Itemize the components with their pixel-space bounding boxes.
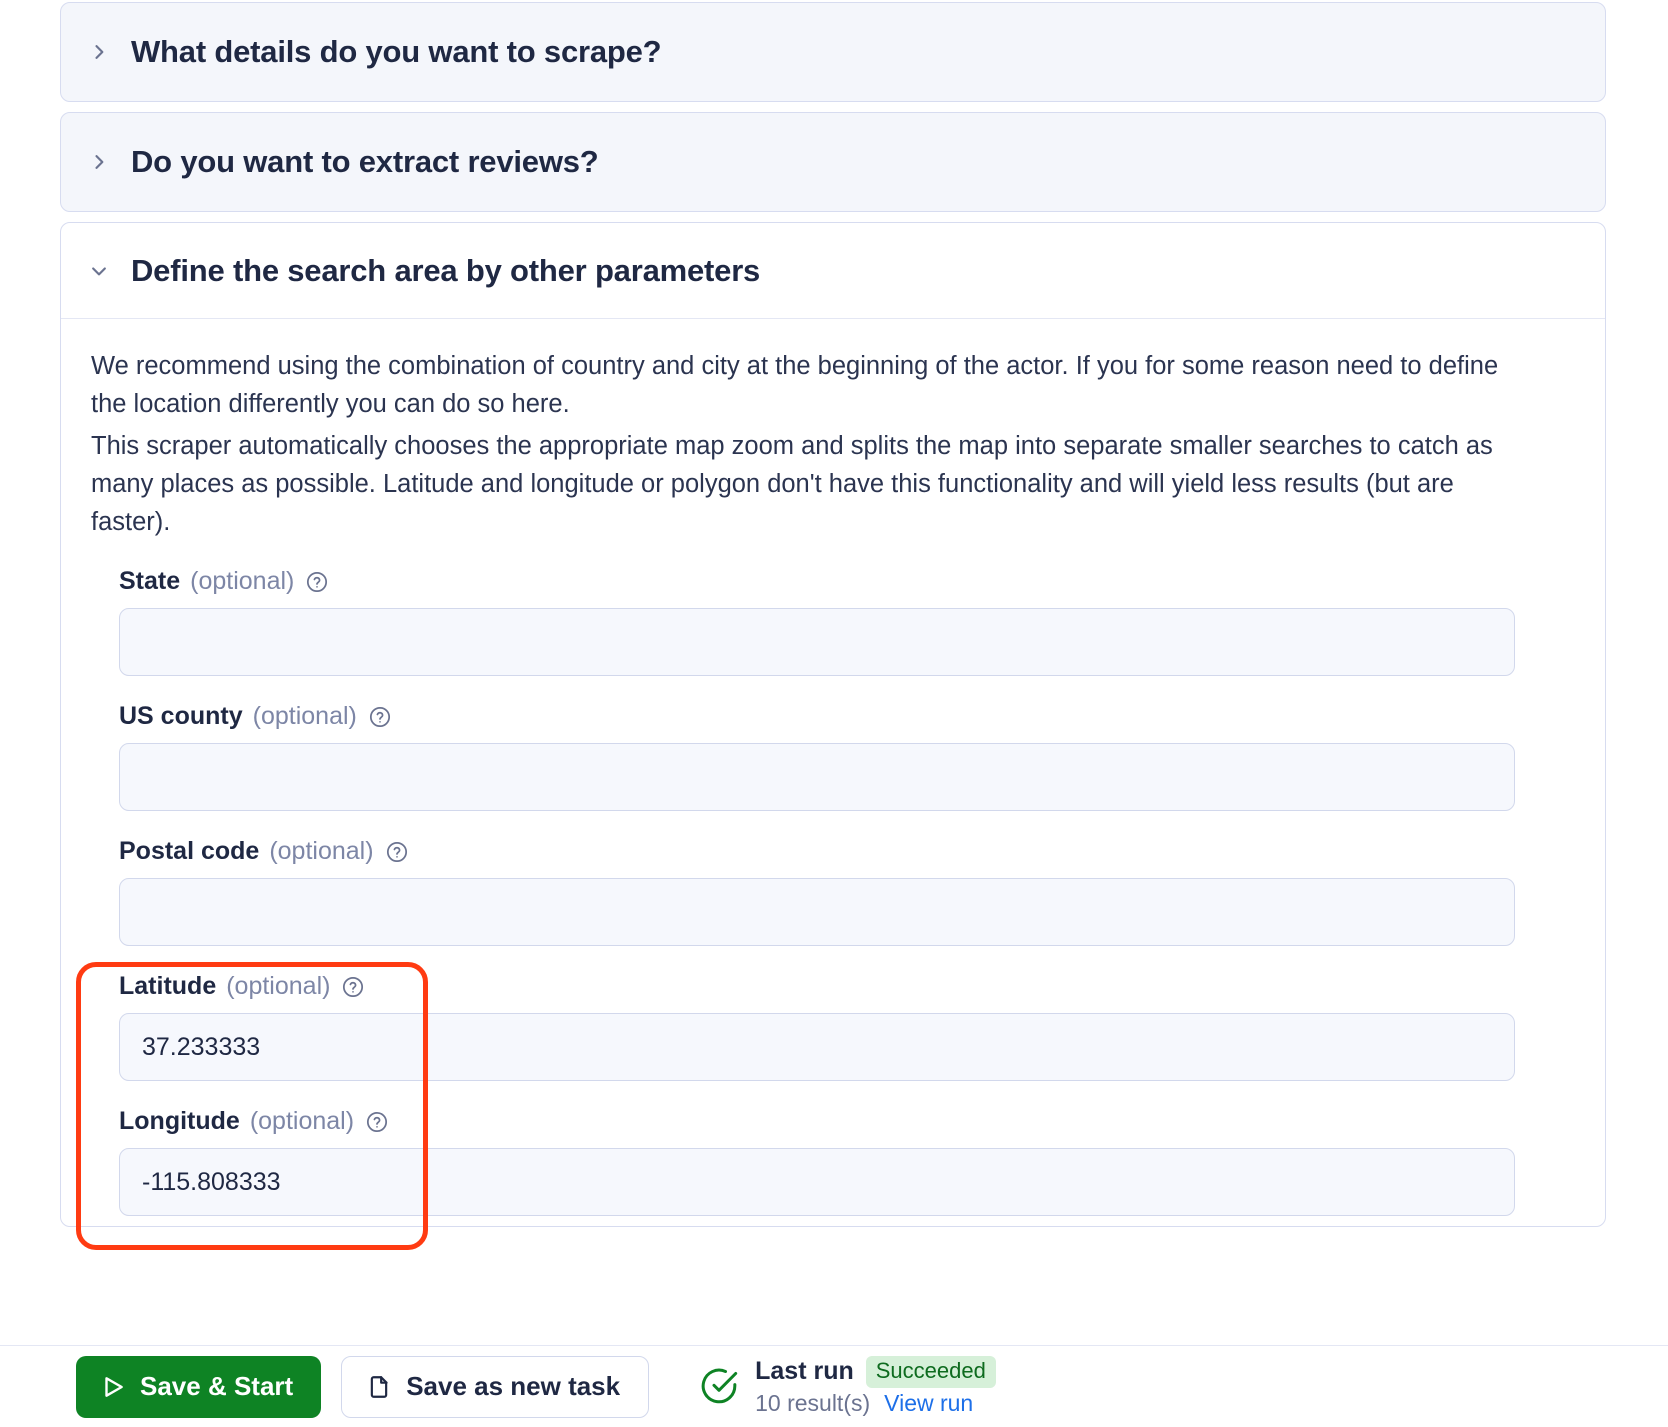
accordion-header-details[interactable]: What details do you want to scrape? <box>61 3 1605 101</box>
help-circle-icon[interactable] <box>386 841 408 863</box>
chevron-down-icon <box>92 266 106 275</box>
state-input[interactable] <box>119 608 1515 676</box>
accordion-title-details: What details do you want to scrape? <box>131 34 662 69</box>
panel-description-line-1: We recommend using the combination of co… <box>91 352 1499 418</box>
result-count: 10 result(s) <box>755 1390 871 1417</box>
panel-header-search-area[interactable]: Define the search area by other paramete… <box>61 223 1605 319</box>
us-county-input[interactable] <box>119 743 1515 811</box>
field-latitude: Latitude (optional) <box>91 972 1575 1081</box>
help-circle-icon[interactable] <box>369 706 391 728</box>
last-run-bottom-row: 10 result(s) View run <box>755 1390 996 1417</box>
field-label-text-longitude: Longitude <box>119 1107 240 1135</box>
save-as-new-task-button[interactable]: Save as new task <box>341 1355 650 1418</box>
accordion-section-reviews[interactable]: Do you want to extract reviews? <box>60 112 1606 212</box>
document-icon <box>370 1375 388 1398</box>
postal-code-input[interactable] <box>119 878 1515 946</box>
field-optional-postal-code: (optional) <box>269 837 374 865</box>
longitude-input[interactable] <box>119 1148 1515 1216</box>
form-footer-bar: Save & Start Save as new task Last run S… <box>0 1345 1668 1427</box>
panel-body-search-area: We recommend using the combination of co… <box>61 319 1605 1226</box>
help-circle-icon[interactable] <box>366 1111 388 1133</box>
field-us-county: US county (optional) <box>91 702 1575 811</box>
field-label-latitude: Latitude (optional) <box>119 972 1575 1001</box>
field-label-text-state: State <box>119 567 181 595</box>
field-longitude: Longitude (optional) <box>91 1107 1575 1216</box>
panel-search-area: Define the search area by other paramete… <box>60 222 1606 1227</box>
field-label-text-us-county: US county <box>119 702 243 730</box>
actor-input-form-page: What details do you want to scrape? Do y… <box>0 0 1668 1427</box>
view-run-link[interactable]: View run <box>884 1390 973 1417</box>
help-circle-icon[interactable] <box>306 571 328 593</box>
status-badge: Succeeded <box>865 1355 996 1389</box>
chevron-right-icon <box>95 45 104 59</box>
help-circle-icon[interactable] <box>342 976 364 998</box>
last-run-text-block: Last run Succeeded 10 result(s) View run <box>755 1355 996 1417</box>
save-and-start-button[interactable]: Save & Start <box>76 1355 322 1418</box>
field-optional-state: (optional) <box>190 567 295 595</box>
field-label-text-latitude: Latitude <box>119 972 217 1000</box>
field-label-state: State (optional) <box>119 567 1575 596</box>
field-label-us-county: US county (optional) <box>119 702 1575 731</box>
field-optional-us-county: (optional) <box>252 702 357 730</box>
chevron-right-icon <box>95 155 104 169</box>
field-postal-code: Postal code (optional) <box>91 837 1575 946</box>
save-as-new-task-label: Save as new task <box>406 1371 621 1401</box>
accordion-section-details[interactable]: What details do you want to scrape? <box>60 2 1606 102</box>
field-state: State (optional) <box>91 567 1575 676</box>
form-scroll-area[interactable]: What details do you want to scrape? Do y… <box>0 0 1668 1345</box>
field-optional-latitude: (optional) <box>226 972 331 1000</box>
save-and-start-label: Save & Start <box>140 1371 294 1401</box>
accordion-header-reviews[interactable]: Do you want to extract reviews? <box>61 113 1605 211</box>
last-run-top-row: Last run Succeeded <box>755 1355 996 1389</box>
last-run-info: Last run Succeeded 10 result(s) View run <box>699 1355 996 1417</box>
field-label-postal-code: Postal code (optional) <box>119 837 1575 866</box>
last-run-label: Last run <box>755 1357 854 1386</box>
accordion-title-reviews: Do you want to extract reviews? <box>131 144 599 179</box>
play-icon <box>105 1376 123 1397</box>
panel-title-search-area: Define the search area by other paramete… <box>131 252 761 288</box>
check-circle-icon <box>701 1369 738 1404</box>
field-label-text-postal-code: Postal code <box>119 837 260 865</box>
latitude-input[interactable] <box>119 1013 1515 1081</box>
field-label-longitude: Longitude (optional) <box>119 1107 1575 1136</box>
panel-description-line-2: This scraper automatically chooses the a… <box>91 432 1493 536</box>
field-optional-longitude: (optional) <box>249 1107 355 1135</box>
